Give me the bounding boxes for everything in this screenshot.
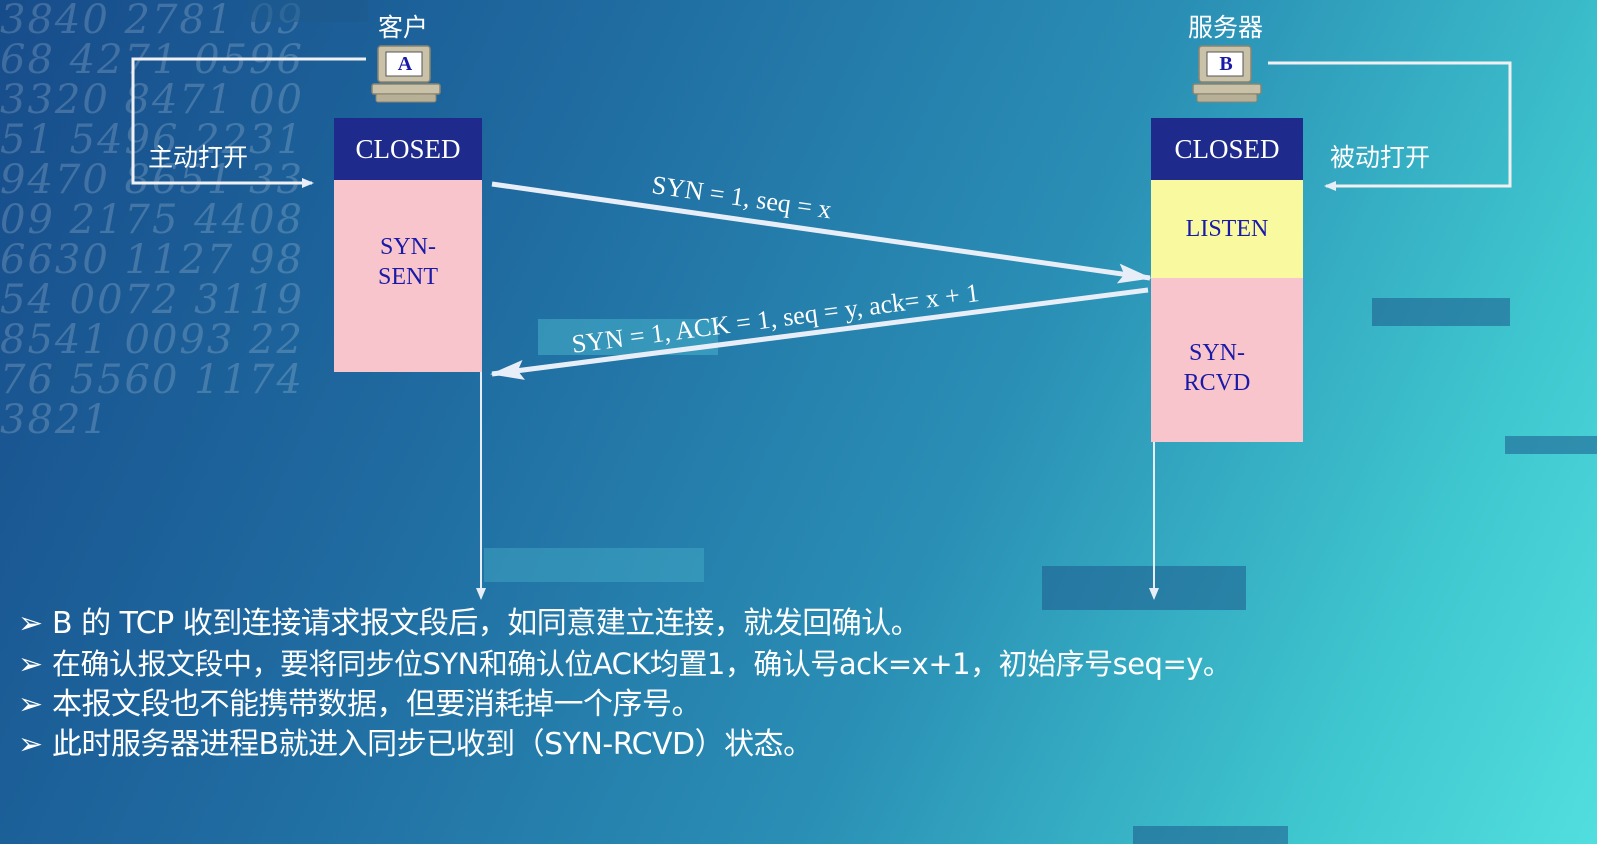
passive-open-bracket	[1268, 61, 1512, 191]
bullet-arrow-icon: ➢	[18, 687, 43, 722]
list-item: ➢ 本报文段也不能携带数据，但要消耗掉一个序号。	[18, 685, 1597, 725]
bullet-arrow-icon: ➢	[18, 647, 43, 682]
tcp-handshake-slide: 3840 2781 0968 4271 0596 3320 8471 0051 …	[0, 0, 1597, 844]
client-closed-state: CLOSED	[334, 118, 482, 180]
bullet-arrow-icon: ➢	[18, 606, 43, 641]
server-listen-state: LISTEN	[1151, 180, 1303, 278]
client-letter: A	[397, 53, 413, 75]
list-item: ➢ 此时服务器进程B就进入同步已收到（SYN-RCVD）状态。	[18, 725, 1597, 765]
server-letter: B	[1219, 53, 1233, 75]
list-item: ➢ 在确认报文段中，要将同步位SYN和确认位ACK均置1，确认号ack=x+1，初…	[18, 644, 1597, 685]
active-open-bracket	[131, 57, 366, 188]
server-closed-state: CLOSED	[1151, 118, 1303, 180]
client-syn-sent-state: SYN- SENT	[334, 180, 482, 372]
list-item: ➢ B 的 TCP 收到连接请求报文段后，如同意建立连接，就发回确认。	[18, 604, 1597, 644]
bullet-arrow-icon: ➢	[18, 727, 43, 762]
bullet-list: ➢ B 的 TCP 收到连接请求报文段后，如同意建立连接，就发回确认。 ➢ 在确认报…	[18, 604, 1597, 765]
server-syn-rcvd-state: SYN- RCVD	[1151, 278, 1303, 442]
